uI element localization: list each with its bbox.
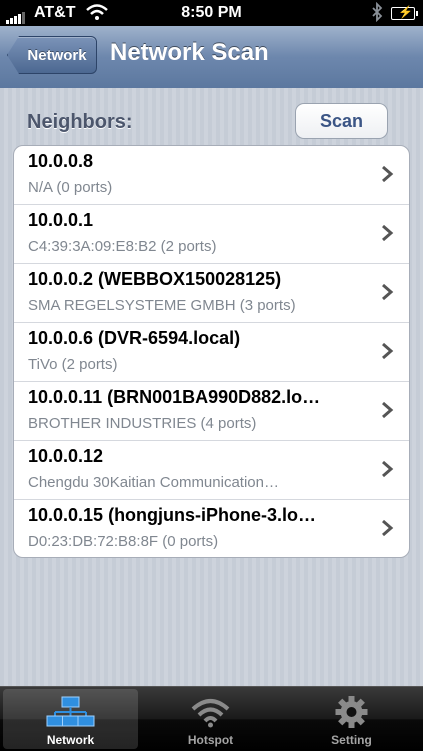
neighbor-row[interactable]: 10.0.0.2 (WEBBOX150028125) SMA REGELSYST… bbox=[14, 264, 409, 323]
neighbor-row[interactable]: 10.0.0.1 C4:39:3A:09:E8:B2 (2 ports) bbox=[14, 205, 409, 264]
chevron-right-icon bbox=[382, 460, 394, 478]
tab-hotspot[interactable]: Hotspot bbox=[143, 689, 278, 749]
neighbor-details: D0:23:DB:72:B8:8F (0 ports) bbox=[28, 533, 219, 550]
neighbors-list: 10.0.0.8 N/A (0 ports) 10.0.0.1 C4:39:3A… bbox=[13, 145, 410, 558]
neighbor-address: 10.0.0.12 bbox=[28, 446, 104, 466]
chevron-right-icon bbox=[382, 165, 394, 183]
tab-setting[interactable]: Setting bbox=[284, 689, 419, 749]
status-time: 8:50 PM bbox=[181, 4, 242, 21]
chevron-right-icon bbox=[382, 283, 394, 301]
neighbor-details: Chengdu 30Kaitian Communication… bbox=[28, 474, 279, 491]
wifi-icon bbox=[191, 699, 230, 728]
neighbor-address: 10.0.0.15 (hongjuns-iPhone-3.lo… bbox=[28, 505, 317, 525]
section-header: Neighbors: bbox=[27, 111, 133, 133]
tab-network[interactable]: Network bbox=[3, 689, 138, 749]
neighbor-row[interactable]: 10.0.0.6 (DVR-6594.local) TiVo (2 ports) bbox=[14, 323, 409, 382]
tab-bar: Network Hotspot Setting bbox=[0, 686, 423, 751]
chevron-right-icon bbox=[382, 519, 394, 537]
navigation-bar: Network Network Scan bbox=[0, 26, 423, 89]
gear-icon bbox=[335, 696, 368, 728]
neighbor-row[interactable]: 10.0.0.15 (hongjuns-iPhone-3.lo… D0:23:D… bbox=[14, 500, 409, 557]
chevron-right-icon bbox=[382, 342, 394, 360]
battery-icon: ⚡ bbox=[391, 5, 418, 20]
main-content: Neighbors: Scan 10.0.0.8 N/A (0 ports) 1… bbox=[0, 88, 423, 686]
bluetooth-icon bbox=[371, 1, 383, 26]
neighbor-row[interactable]: 10.0.0.11 (BRN001BA990D882.lo… BROTHER I… bbox=[14, 382, 409, 441]
back-button[interactable]: Network bbox=[7, 36, 97, 74]
neighbor-details: SMA REGELSYSTEME GMBH (3 ports) bbox=[28, 297, 296, 314]
status-bar: AT&T 8:50 PM ⚡ bbox=[0, 0, 423, 26]
neighbor-details: N/A (0 ports) bbox=[28, 179, 113, 196]
chevron-right-icon bbox=[382, 401, 394, 419]
chevron-right-icon bbox=[382, 224, 394, 242]
neighbor-address: 10.0.0.2 (WEBBOX150028125) bbox=[28, 269, 282, 289]
scan-button[interactable]: Scan bbox=[295, 103, 388, 139]
tab-label: Hotspot bbox=[187, 733, 234, 747]
neighbor-address: 10.0.0.1 bbox=[28, 210, 94, 230]
neighbor-details: TiVo (2 ports) bbox=[28, 356, 118, 373]
page-title: Network Scan bbox=[110, 39, 269, 66]
network-icon bbox=[46, 696, 95, 727]
neighbor-details: C4:39:3A:09:E8:B2 (2 ports) bbox=[28, 238, 217, 255]
neighbor-address: 10.0.0.8 bbox=[28, 151, 94, 171]
tab-label: Network bbox=[46, 733, 95, 747]
tab-label: Setting bbox=[331, 733, 372, 747]
neighbor-address: 10.0.0.6 (DVR-6594.local) bbox=[28, 328, 241, 348]
neighbor-row[interactable]: 10.0.0.8 N/A (0 ports) bbox=[14, 146, 409, 205]
neighbor-address: 10.0.0.11 (BRN001BA990D882.lo… bbox=[28, 387, 321, 407]
neighbor-row[interactable]: 10.0.0.12 Chengdu 30Kaitian Communicatio… bbox=[14, 441, 409, 500]
neighbor-details: BROTHER INDUSTRIES (4 ports) bbox=[28, 415, 257, 432]
